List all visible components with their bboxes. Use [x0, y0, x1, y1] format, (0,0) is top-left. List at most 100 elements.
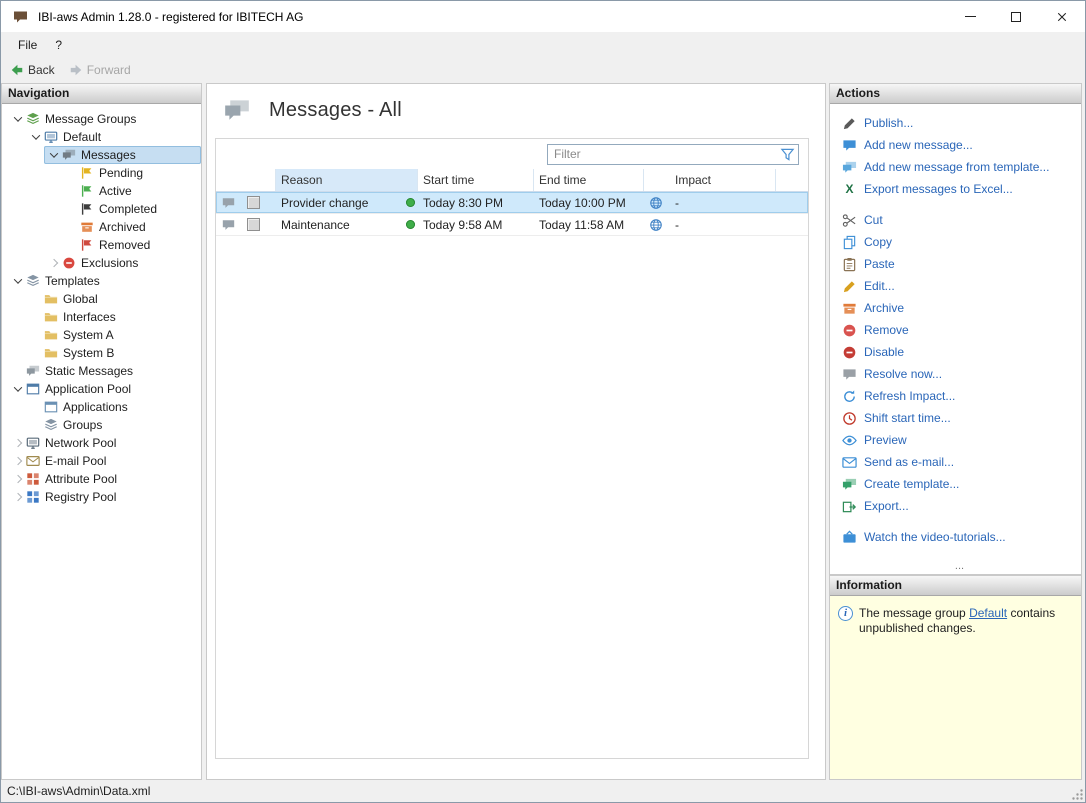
excel-icon — [842, 182, 857, 196]
chevron-spacer — [10, 362, 26, 380]
tree-item-templates[interactable]: Templates — [2, 272, 201, 290]
application-pool-icon — [26, 382, 40, 396]
action-copy[interactable]: Copy — [842, 231, 1077, 253]
action-label: Cut — [864, 213, 883, 227]
filter-funnel-icon[interactable] — [780, 147, 795, 162]
page-title-row: Messages - All — [207, 84, 825, 128]
tree-item-application-pool[interactable]: Application Pool — [2, 380, 201, 398]
column-header-filler — [776, 169, 808, 191]
chevron-right-icon[interactable] — [10, 452, 26, 470]
tree-item-completed[interactable]: Completed — [2, 200, 201, 218]
chevron-down-icon[interactable] — [10, 110, 26, 128]
chevron-spacer — [64, 218, 80, 236]
tree-item-static-messages[interactable]: Static Messages — [2, 362, 201, 380]
chevron-right-icon[interactable] — [46, 254, 62, 272]
tree-item-exclusions[interactable]: Exclusions — [2, 254, 201, 272]
chevron-down-icon[interactable] — [28, 128, 44, 146]
tree-item-global[interactable]: Global — [2, 290, 201, 308]
tree-item-archived[interactable]: Archived — [2, 218, 201, 236]
tree-item-label: Static Messages — [45, 364, 133, 378]
action-cut[interactable]: Cut — [842, 209, 1077, 231]
action-export-excel[interactable]: Export messages to Excel... — [842, 178, 1077, 200]
action-preview[interactable]: Preview — [842, 429, 1077, 451]
minimize-button[interactable] — [947, 1, 993, 32]
tree-item-default[interactable]: Default — [2, 128, 201, 146]
action-refresh-impact[interactable]: Refresh Impact... — [842, 385, 1077, 407]
tree-item-system-b[interactable]: System B — [2, 344, 201, 362]
column-header-impact[interactable]: Impact — [670, 169, 776, 191]
tree-item-registry-pool[interactable]: Registry Pool — [2, 488, 201, 506]
tree-item-label: Templates — [45, 274, 100, 288]
tree-item-label: Attribute Pool — [45, 472, 117, 486]
tree-item-applications[interactable]: Applications — [2, 398, 201, 416]
chevron-spacer — [28, 416, 44, 434]
archive-box-icon — [842, 301, 857, 316]
tree-item-label: Archived — [99, 220, 146, 234]
action-watch-video-tutorials[interactable]: Watch the video-tutorials... — [842, 526, 1077, 548]
information-panel: Information The message group Default co… — [829, 575, 1082, 780]
tree-item-label: Registry Pool — [45, 490, 116, 504]
tree-item-active[interactable]: Active — [2, 182, 201, 200]
action-add-new-message[interactable]: Add new message... — [842, 134, 1077, 156]
column-header-reason[interactable]: Reason — [276, 169, 402, 191]
action-paste[interactable]: Paste — [842, 253, 1077, 275]
disable-icon — [842, 345, 857, 360]
default-group-link[interactable]: Default — [969, 606, 1007, 620]
maximize-button[interactable] — [993, 1, 1039, 32]
chevron-down-icon[interactable] — [10, 380, 26, 398]
tree-item-attribute-pool[interactable]: Attribute Pool — [2, 470, 201, 488]
close-button[interactable] — [1039, 1, 1085, 32]
forward-button[interactable]: Forward — [69, 63, 131, 77]
actions-overflow[interactable]: ... — [842, 561, 1077, 574]
cell-start-time: Today 9:58 AM — [418, 214, 534, 235]
table-row[interactable]: Provider change Today 8:30 PM Today 10:0… — [216, 192, 808, 214]
tree-item-message-groups[interactable]: Message Groups — [2, 110, 201, 128]
remove-icon — [842, 323, 857, 338]
action-disable[interactable]: Disable — [842, 341, 1077, 363]
action-export[interactable]: Export... — [842, 495, 1077, 517]
menu-bar: File ? — [1, 32, 1085, 58]
chevron-spacer — [28, 308, 44, 326]
column-header-start-time[interactable]: Start time — [418, 169, 534, 191]
exclusions-icon — [62, 256, 76, 270]
action-shift-start-time[interactable]: Shift start time... — [842, 407, 1077, 429]
chevron-spacer — [64, 200, 80, 218]
toolbar: Back Forward — [1, 58, 1085, 81]
action-create-template[interactable]: Create template... — [842, 473, 1077, 495]
templates-icon — [26, 274, 40, 288]
tree-item-email-pool[interactable]: E-mail Pool — [2, 452, 201, 470]
tree-item-system-a[interactable]: System A — [2, 326, 201, 344]
chevron-right-icon[interactable] — [10, 488, 26, 506]
tree-item-messages[interactable]: Messages — [2, 146, 201, 164]
action-archive[interactable]: Archive — [842, 297, 1077, 319]
resize-grip[interactable] — [1071, 788, 1084, 801]
column-header-status[interactable] — [402, 169, 418, 191]
scissors-icon — [842, 213, 857, 228]
column-header-end-time[interactable]: End time — [534, 169, 644, 191]
tree-item-groups[interactable]: Groups — [2, 416, 201, 434]
email-icon — [842, 455, 857, 470]
action-publish[interactable]: Publish... — [842, 112, 1077, 134]
chevron-right-icon[interactable] — [10, 470, 26, 488]
action-add-message-from-template[interactable]: Add new message from template... — [842, 156, 1077, 178]
action-resolve-now[interactable]: Resolve now... — [842, 363, 1077, 385]
menu-file[interactable]: File — [9, 34, 46, 56]
menu-help[interactable]: ? — [46, 34, 71, 56]
chevron-down-icon[interactable] — [46, 146, 62, 164]
tree-item-removed[interactable]: Removed — [2, 236, 201, 254]
back-button[interactable]: Back — [10, 63, 55, 77]
chevron-right-icon[interactable] — [10, 434, 26, 452]
chevron-down-icon[interactable] — [10, 272, 26, 290]
tree-item-pending[interactable]: Pending — [2, 164, 201, 182]
resolve-icon — [842, 367, 857, 382]
action-remove[interactable]: Remove — [842, 319, 1077, 341]
filter-box — [547, 144, 799, 165]
tree-item-interfaces[interactable]: Interfaces — [2, 308, 201, 326]
action-edit[interactable]: Edit... — [842, 275, 1077, 297]
tree-item-label: System A — [63, 328, 114, 342]
table-row[interactable]: Maintenance Today 9:58 AM Today 11:58 AM… — [216, 214, 808, 236]
filter-input[interactable] — [547, 144, 799, 165]
tree-item-network-pool[interactable]: Network Pool — [2, 434, 201, 452]
action-send-as-email[interactable]: Send as e-mail... — [842, 451, 1077, 473]
column-header-blank — [242, 169, 276, 191]
